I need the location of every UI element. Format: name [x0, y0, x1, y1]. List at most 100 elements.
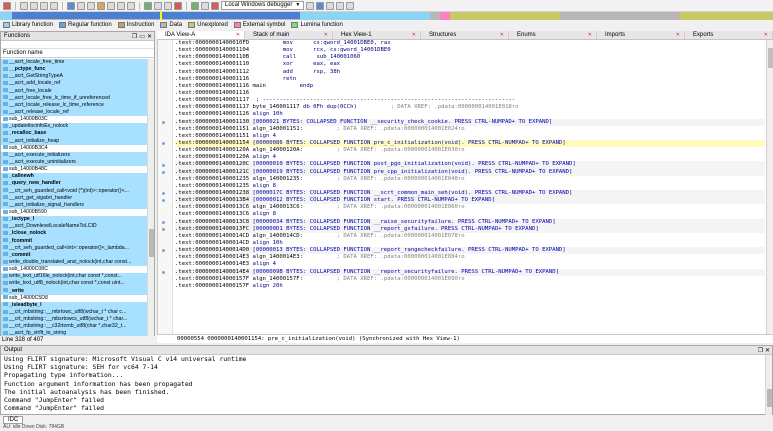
collapsed-function-line[interactable]: .text:0000000140001238 [0000017C BYTES: …: [175, 189, 765, 198]
collapsed-function-line[interactable]: .text:00000001400014D0 [00000013 BYTES: …: [175, 247, 765, 255]
disassembly-line[interactable]: .text:00000001400014CD algn_1400014CD: ;…: [175, 233, 765, 240]
pause-icon[interactable]: [201, 1, 209, 10]
collapse-marker-icon[interactable]: [162, 249, 165, 253]
function-list-item[interactable]: __acrt_execute_uninitializers: [1, 158, 148, 167]
function-list-item[interactable]: __crt_mbstring::__mbrtowc_utf8(wchar_t *…: [1, 308, 148, 317]
function-list-item[interactable]: _callnewh: [1, 173, 148, 181]
disassembly-line[interactable]: .text:00000001400013C6 align 8: [175, 211, 765, 218]
close-icon[interactable]: ✕: [236, 31, 240, 39]
collapse-marker-icon[interactable]: [162, 220, 165, 224]
collapsed-function-line[interactable]: .text:0000000140001154 [00000086 BYTES: …: [175, 139, 765, 148]
graph-icon[interactable]: [154, 1, 162, 10]
functions-list[interactable]: __acrt_locale_free_time __pctype_func __ac…: [1, 59, 148, 344]
binary-search-icon[interactable]: [87, 1, 95, 10]
collapse-marker-icon[interactable]: [162, 170, 165, 174]
ida-view-a[interactable]: .text:00000001400010FD mov cs:qword_1400…: [157, 40, 766, 334]
disassembly-line[interactable]: .text:00000001400014CD align 10h: [175, 240, 765, 247]
collapse-marker-icon[interactable]: [162, 199, 165, 203]
collapse-marker-icon[interactable]: [162, 120, 165, 124]
collapse-marker-icon[interactable]: [162, 142, 165, 146]
disassembly-line[interactable]: .text:0000000140001151 align 4: [175, 133, 765, 140]
disassembly-line[interactable]: .text:0000000140001116 main endp: [175, 83, 765, 90]
functions-filter-row[interactable]: [1, 41, 154, 49]
collapsed-function-line[interactable]: .text:00000001400013C8 [00000034 BYTES: …: [175, 218, 765, 226]
stop-icon[interactable]: [211, 1, 219, 10]
disassembly-line[interactable]: .text:0000000140001235 align 8: [175, 183, 765, 190]
tab-enums[interactable]: Enums ✕: [509, 31, 597, 39]
close-icon[interactable]: ✕: [765, 347, 770, 354]
attach-icon[interactable]: [316, 1, 325, 10]
function-list-item[interactable]: _updatetlocinfoEx_nolock: [1, 123, 148, 131]
disassembly-line[interactable]: .text:000000014000157F algn_14000157F: ;…: [175, 276, 765, 283]
function-list-item[interactable]: __acrt_initialize_signal_handlers: [1, 201, 148, 209]
tab-structures[interactable]: Structures ✕: [421, 31, 509, 39]
collapsed-function-line[interactable]: .text:0000000140001130 [0000021 BYTES: C…: [175, 118, 765, 126]
function-list-item[interactable]: __acrt_release_locale_ref: [1, 108, 148, 117]
function-list-item[interactable]: __crt_seh_guarded_call<int>::operator()<…: [1, 244, 148, 252]
forward-icon[interactable]: [30, 1, 38, 10]
collapse-marker-icon[interactable]: [162, 270, 165, 274]
run-icon[interactable]: [191, 1, 199, 10]
float-icon[interactable]: ❐: [132, 33, 137, 40]
functions-column-header[interactable]: Function name: [1, 49, 154, 58]
restore-icon[interactable]: ▭: [139, 33, 145, 40]
close-icon[interactable]: ✕: [764, 31, 768, 39]
collapse-marker-icon[interactable]: [162, 227, 165, 231]
function-list-item[interactable]: sub_14000B03C: [1, 116, 148, 124]
collapsed-function-line[interactable]: .text:000000014000120C [00000010 BYTES: …: [175, 161, 765, 169]
function-list-item[interactable]: sub_14000B590: [1, 208, 148, 217]
disassembly-line[interactable]: .text:0000000140001117 ; ---------------…: [175, 97, 765, 104]
disassembly-line[interactable]: .text:0000000140001104 mov rcx, cs:qword…: [175, 47, 765, 54]
function-list-item[interactable]: _isctype_l: [1, 216, 148, 224]
collapsed-function-line[interactable]: .text:00000001400013FC [000000D1 BYTES: …: [175, 225, 765, 233]
function-list-item[interactable]: _commit: [1, 251, 148, 259]
undo-icon[interactable]: [40, 1, 48, 10]
disassembly-line[interactable]: .text:0000000140001117 byte_140001117 db…: [175, 104, 765, 111]
disassembly-listing[interactable]: .text:00000001400010FD mov cs:qword_1400…: [175, 40, 765, 290]
disassembly-line[interactable]: .text:00000001400014E3 algn_1400014E3: ;…: [175, 254, 765, 261]
collapsed-function-line[interactable]: .text:00000001400014E4 [0000009B BYTES: …: [175, 268, 765, 276]
close-icon[interactable]: ✕: [588, 31, 592, 39]
redo-icon[interactable]: [50, 1, 58, 10]
navigation-band[interactable]: [0, 12, 773, 20]
step-into-icon[interactable]: [326, 1, 335, 10]
function-list-item[interactable]: __pctype_func: [1, 66, 148, 74]
function-list-item[interactable]: sub_14000B48C: [1, 166, 148, 174]
function-list-item[interactable]: __acrt_free_locale: [1, 87, 148, 95]
search-icon[interactable]: [67, 1, 75, 10]
output-text[interactable]: Using FLIRT signature: Microsoft Visual …: [4, 355, 764, 413]
save-icon[interactable]: [3, 1, 11, 10]
function-list-item[interactable]: __crt_mbstring::__c32rtomb_utf8(char *,c…: [1, 323, 148, 331]
collapse-marker-icon[interactable]: [162, 192, 165, 196]
function-list-item[interactable]: __crt_mbstring::__mbsrtowcs_utf8(wchar_t…: [1, 316, 148, 324]
disassembly-line[interactable]: .text:000000014000120A algn_14000120A: ;…: [175, 147, 765, 154]
string-icon[interactable]: [117, 1, 125, 10]
disassembly-line[interactable]: .text:00000001400014E3 align 4: [175, 261, 765, 268]
disassembly-line[interactable]: .text:0000000140001116 retn: [175, 76, 765, 83]
function-list-item[interactable]: __acrt_initialize_heap: [1, 137, 148, 145]
function-list-item[interactable]: __acrt_locale_free_lc_time_if_unreferenc…: [1, 94, 148, 102]
tab-hex-view-1[interactable]: Hex View-1 ✕: [333, 31, 421, 39]
code-gutter[interactable]: [158, 40, 173, 334]
code-icon[interactable]: [97, 1, 105, 10]
disassembly-line[interactable]: .text:000000014000110B call sub_14000106…: [175, 54, 765, 61]
function-list-item[interactable]: __acrt_add_locale_ref: [1, 80, 148, 88]
tab-imports[interactable]: Imports ✕: [597, 31, 685, 39]
disassembly-line[interactable]: .text:000000014000157F align 20h: [175, 283, 765, 290]
data-icon[interactable]: [107, 1, 115, 10]
close-icon[interactable]: ✕: [324, 31, 328, 39]
function-list-item[interactable]: sub_14000B3C4: [1, 144, 148, 152]
function-list-item[interactable]: _fcommit: [1, 237, 148, 245]
run-to-cursor-icon[interactable]: [346, 1, 355, 10]
disassembly-line[interactable]: .text:0000000140001126 align 10h: [175, 111, 765, 118]
collapse-marker-icon[interactable]: [162, 163, 165, 167]
disassembly-line[interactable]: .text:0000000140001110 xor eax, eax: [175, 61, 765, 68]
tab-ida-view-a[interactable]: IDA View-A ✕: [157, 31, 245, 39]
debugger-select[interactable]: Local Windows debugger ▼: [221, 1, 305, 10]
disassembly-line[interactable]: .text:000000014000120A align 4: [175, 154, 765, 161]
tab-stack-of-main[interactable]: Stack of main ✕: [245, 31, 333, 39]
collapsed-function-line[interactable]: .text:00000001400013B4 [00000012 BYTES: …: [175, 197, 765, 205]
scrollbar-thumb[interactable]: [768, 48, 773, 68]
step-over-icon[interactable]: [336, 1, 345, 10]
text-search-icon[interactable]: [77, 1, 85, 10]
